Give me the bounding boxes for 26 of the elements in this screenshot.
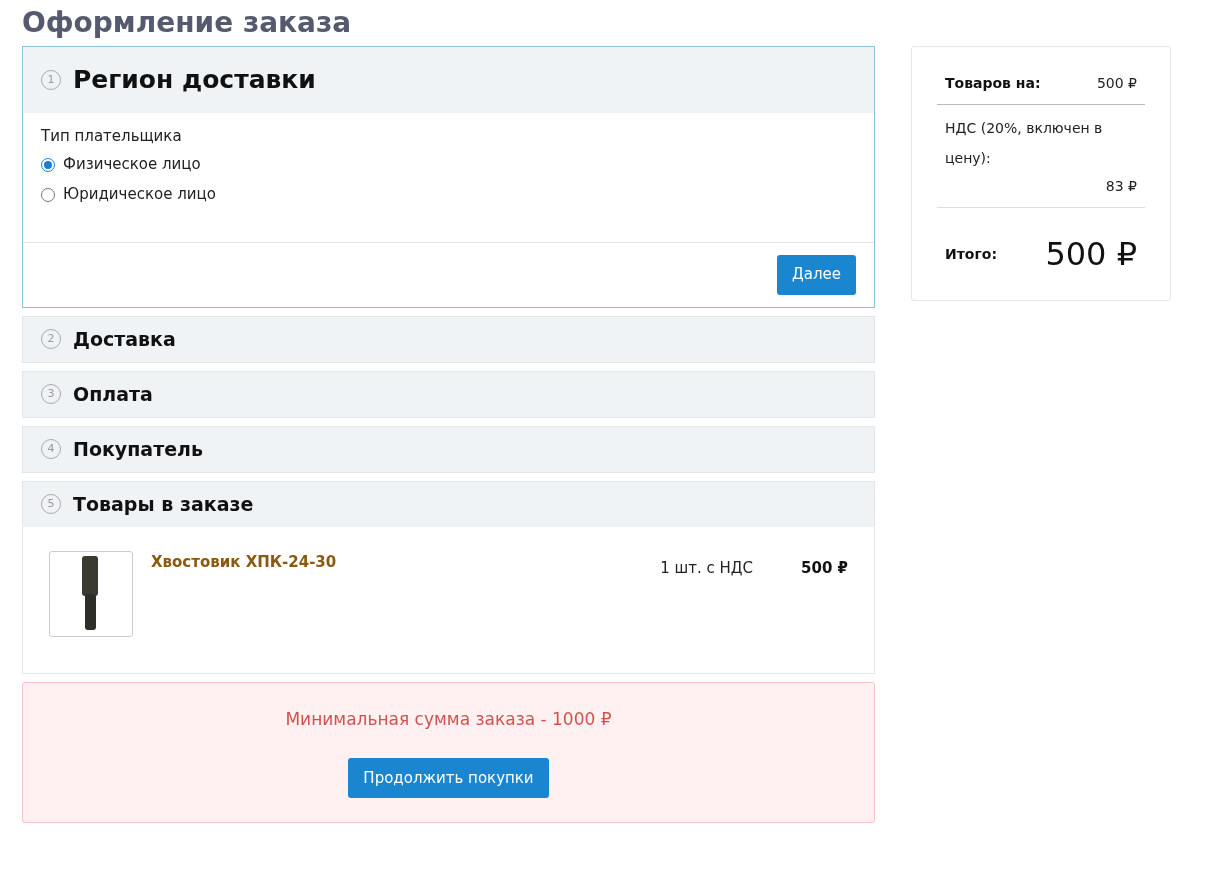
product-price: 500 ₽ — [801, 557, 848, 579]
step-header[interactable]: 5 Товары в заказе — [23, 481, 874, 527]
step-title: Товары в заказе — [73, 491, 254, 517]
step-title: Регион доставки — [73, 64, 316, 97]
page-title: Оформление заказа — [22, 5, 353, 41]
summary-label: НДС (20%, включен в цену): — [945, 119, 1104, 168]
alert-message: Минимальная сумма заказа - 1000 ₽ — [285, 707, 612, 731]
next-button[interactable]: Далее — [777, 254, 856, 295]
step-title: Оплата — [73, 381, 153, 407]
step-title: Доставка — [73, 326, 176, 352]
total-label: Итого: — [945, 244, 997, 264]
summary-value: 500 ₽ — [1096, 74, 1137, 93]
step-header[interactable]: 2 Доставка — [23, 316, 874, 362]
radio-label: Физическое лицо — [63, 154, 201, 176]
product-link[interactable]: Хвостовик ХПК-24-30 — [151, 550, 337, 573]
radio-label: Юридическое лицо — [63, 184, 216, 206]
summary-value: 83 ₽ — [1105, 177, 1137, 196]
continue-shopping-button[interactable]: Продолжить покупки — [348, 758, 549, 798]
field-label: Тип плательщика — [41, 126, 183, 147]
step-header[interactable]: 4 Покупатель — [23, 426, 874, 472]
product-quantity: 1 шт. с НДС — [660, 557, 753, 579]
summary-label: Товаров на: — [945, 74, 1041, 93]
step-title: Покупатель — [73, 436, 203, 462]
step-header[interactable]: 3 Оплата — [23, 371, 874, 417]
step-header[interactable]: 1 Регион доставки — [23, 47, 874, 113]
total-value: 500 ₽ — [1045, 234, 1137, 275]
